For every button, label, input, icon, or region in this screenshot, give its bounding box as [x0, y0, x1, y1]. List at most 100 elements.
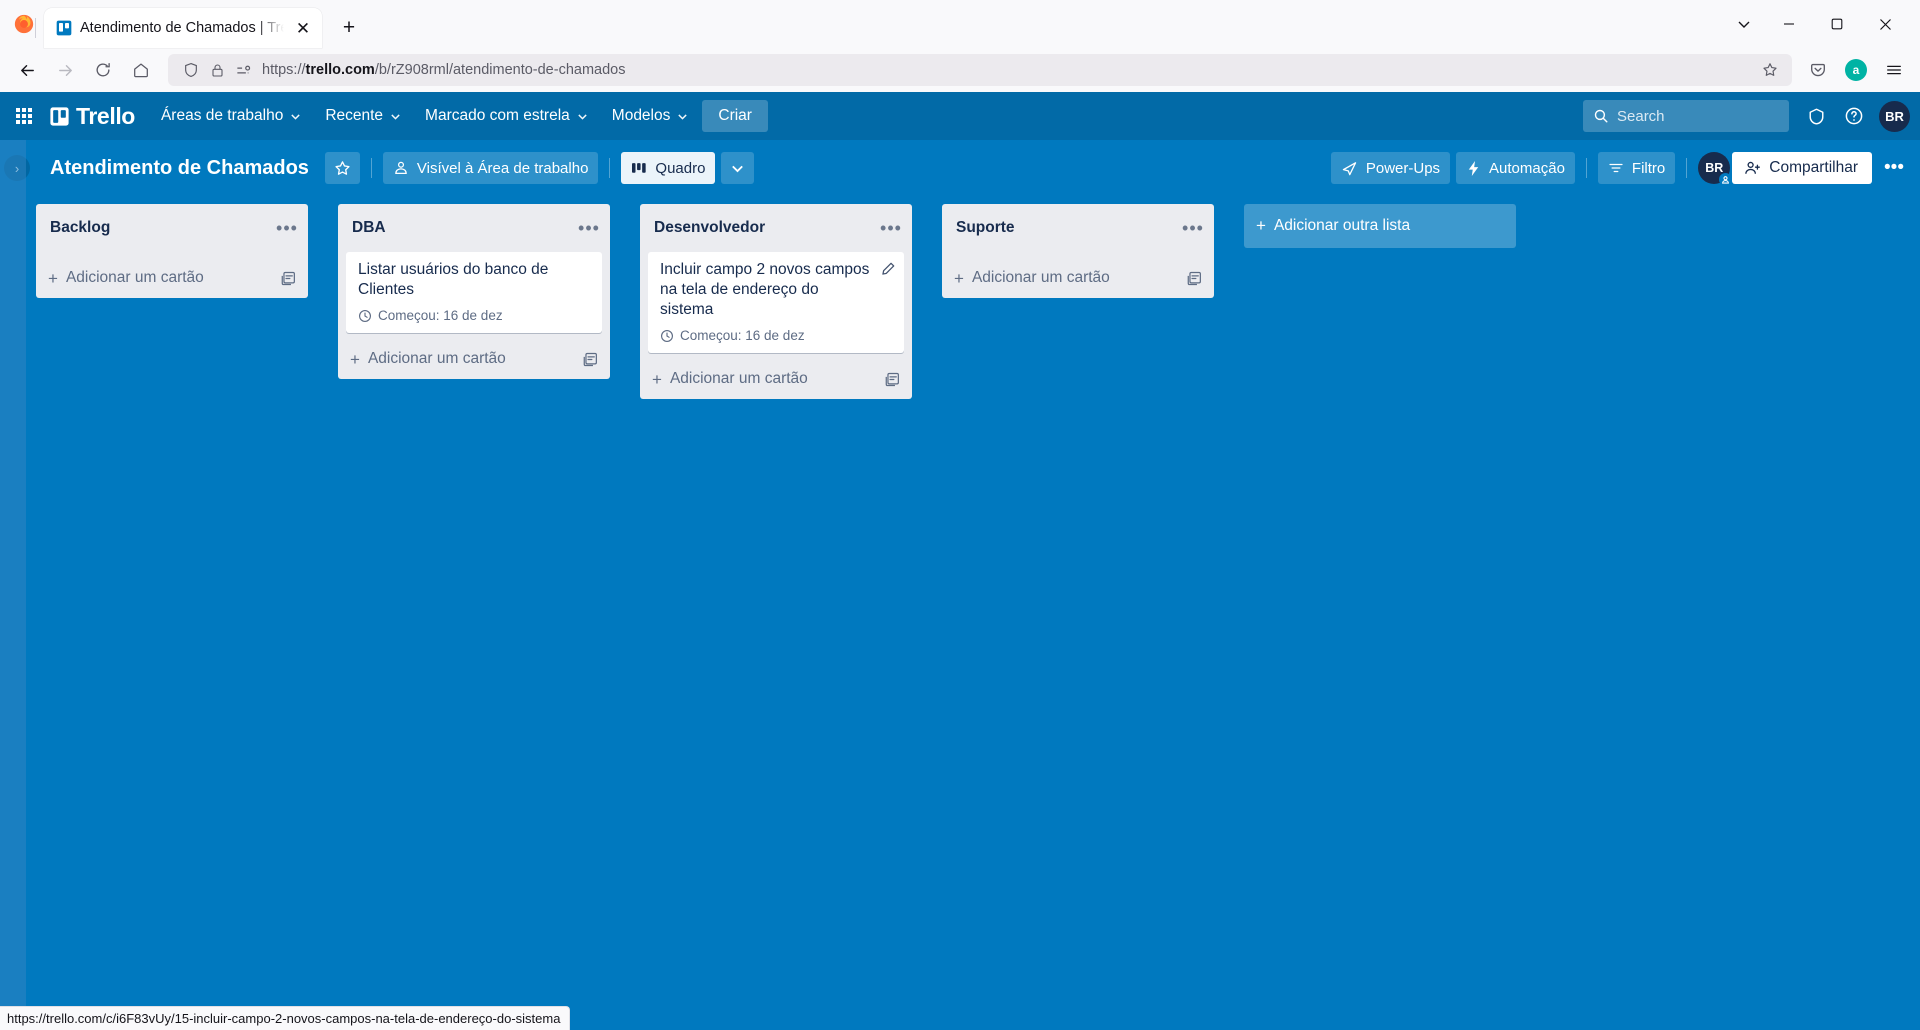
search-icon [1594, 109, 1608, 123]
back-arrow-icon[interactable] [8, 53, 46, 87]
nav-item-recent[interactable]: Recente [315, 100, 411, 132]
board-view-chevron-button[interactable] [721, 152, 755, 184]
account-avatar-initial: a [1845, 59, 1867, 81]
url-text[interactable]: https://trello.com/b/rZ908rml/atendiment… [256, 62, 1756, 78]
lightning-icon [1468, 160, 1479, 176]
search-input[interactable]: Search [1583, 100, 1789, 132]
nav-item-starred[interactable]: Marcado com estrela [415, 100, 598, 132]
header-divider [1686, 158, 1688, 178]
member-badge-icon [1719, 173, 1733, 186]
list-title[interactable]: Desenvolvedor [654, 219, 870, 237]
hamburger-menu-icon[interactable] [1876, 53, 1912, 87]
minimize-window-button[interactable] [1766, 4, 1812, 44]
card-due-badge: Começou: 16 de dez [378, 308, 503, 324]
list-suporte: Suporte ••• + Adicionar um cartão [942, 204, 1214, 298]
cards-container: Incluir campo 2 novos campos na tela de … [640, 252, 912, 354]
url-bar[interactable]: https://trello.com/b/rZ908rml/atendiment… [168, 54, 1792, 86]
card-template-icon[interactable] [882, 369, 902, 389]
board-title: Atendimento de Chamados [50, 156, 309, 179]
power-ups-button[interactable]: Power-Ups [1330, 152, 1451, 184]
lock-icon[interactable] [204, 56, 230, 84]
filter-icon [1609, 163, 1623, 173]
list-all-tabs-icon[interactable] [1724, 4, 1764, 44]
add-card-row[interactable]: + Adicionar um cartão [640, 359, 912, 399]
board-menu-button[interactable]: ••• [1878, 152, 1910, 184]
reload-icon[interactable] [84, 53, 122, 87]
share-person-icon [1745, 161, 1761, 174]
sidebar-rail [0, 140, 26, 1030]
share-button[interactable]: Compartilhar [1732, 152, 1872, 184]
card[interactable]: Listar usuários do banco de Clientes Com… [346, 252, 602, 334]
card-template-icon[interactable] [1184, 268, 1204, 288]
chevron-down-icon [391, 113, 400, 120]
list-title[interactable]: DBA [352, 219, 568, 237]
permissions-icon[interactable] [230, 56, 256, 84]
nav-item-templates[interactable]: Modelos [602, 100, 699, 132]
tab-close-icon[interactable]: ✕ [292, 17, 314, 39]
edit-pencil-icon[interactable] [880, 261, 896, 277]
star-outline-icon [335, 160, 350, 175]
automation-button[interactable]: Automação [1456, 152, 1575, 184]
add-card-row[interactable]: + Adicionar um cartão [36, 258, 308, 298]
nav-item-workspaces[interactable]: Áreas de trabalho [151, 100, 311, 132]
home-icon[interactable] [122, 53, 160, 87]
list-menu-icon[interactable]: ••• [878, 215, 904, 241]
browser-tab[interactable]: Atendimento de Chamados | Trello ✕ [35, 8, 322, 48]
board-member-avatar[interactable]: BR [1698, 152, 1733, 186]
board-visibility-button[interactable]: Visível à Área de trabalho [382, 152, 599, 184]
app-switcher-icon[interactable] [8, 100, 40, 132]
header-divider [370, 158, 372, 178]
add-card-label: Adicionar um cartão [971, 269, 1110, 286]
list-header: DBA ••• [338, 204, 610, 252]
list-header: Suporte ••• [942, 204, 1214, 252]
plus-icon: + [1256, 216, 1266, 235]
url-prefix: https:// [262, 62, 306, 78]
nav-item-label: Modelos [611, 107, 671, 124]
filter-button[interactable]: Filtro [1597, 152, 1676, 184]
list-title[interactable]: Backlog [50, 219, 266, 237]
shield-icon[interactable] [178, 56, 204, 84]
board-header: › Atendimento de Chamados Visível à Área… [0, 140, 1920, 196]
star-board-button[interactable] [324, 152, 360, 184]
list-menu-icon[interactable]: ••• [1180, 215, 1206, 241]
pocket-icon[interactable] [1800, 53, 1836, 87]
close-window-button[interactable] [1862, 4, 1908, 44]
card-badges: Começou: 16 de dez [358, 308, 592, 323]
lists-container: Backlog ••• + Adicionar um cartão DBA ••… [0, 196, 1920, 400]
help-circle-icon[interactable] [1837, 99, 1871, 133]
status-bar-url: https://trello.com/c/i6F83vUy/15-incluir… [0, 1006, 571, 1030]
board-visibility-label: Visível à Área de trabalho [416, 159, 589, 177]
bookmark-star-icon[interactable] [1756, 56, 1784, 84]
board-view-button[interactable]: Quadro [621, 152, 716, 184]
search-placeholder: Search [1617, 107, 1665, 125]
list-title[interactable]: Suporte [956, 219, 1172, 237]
url-path: /b/rZ908rml/atendimento-de-chamados [374, 62, 626, 78]
header-divider [609, 158, 611, 178]
new-tab-button[interactable]: + [332, 11, 366, 45]
list-menu-icon[interactable]: ••• [576, 215, 602, 241]
forward-arrow-icon [46, 53, 84, 87]
user-avatar[interactable]: BR [1879, 100, 1910, 132]
board-view-label: Quadro [655, 159, 706, 177]
add-card-row[interactable]: + Adicionar um cartão [338, 339, 610, 379]
info-icon[interactable] [1799, 99, 1833, 133]
nav-item-label: Marcado com estrela [425, 107, 570, 124]
card-template-icon[interactable] [278, 268, 298, 288]
maximize-window-button[interactable] [1814, 4, 1860, 44]
tab-title: Atendimento de Chamados | Trello [80, 20, 284, 36]
add-card-row[interactable]: + Adicionar um cartão [942, 258, 1214, 298]
add-list-button[interactable]: + Adicionar outra lista [1244, 204, 1516, 248]
list-menu-icon[interactable]: ••• [274, 215, 300, 241]
account-avatar[interactable]: a [1838, 53, 1874, 87]
list-desenvolvedor: Desenvolvedor ••• Incluir campo 2 novos … [640, 204, 912, 400]
plus-icon: + [48, 268, 58, 288]
card-template-icon[interactable] [580, 349, 600, 369]
card-title: Incluir campo 2 novos campos na tela de … [660, 261, 870, 319]
plus-icon: + [652, 369, 662, 389]
tab-strip: Atendimento de Chamados | Trello ✕ + [0, 0, 1920, 48]
create-button[interactable]: Criar [702, 100, 768, 132]
card[interactable]: Incluir campo 2 novos campos na tela de … [648, 252, 904, 354]
add-card-label: Adicionar um cartão [65, 269, 204, 286]
power-ups-label: Power-Ups [1365, 159, 1441, 177]
trello-home-link[interactable]: Trello [44, 103, 147, 130]
